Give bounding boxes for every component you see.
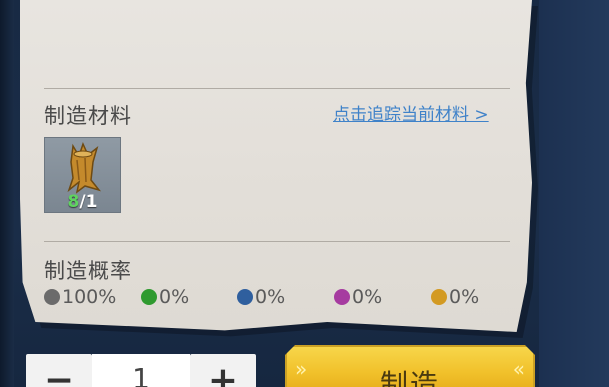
probability-title: 制造概率: [44, 259, 132, 283]
chevron-left-icon: «: [512, 357, 525, 381]
gray-dot-icon: [44, 289, 60, 305]
rate-green-value: 0%: [159, 286, 190, 308]
blue-dot-icon: [237, 289, 253, 305]
increase-quantity-button[interactable]: +: [190, 354, 256, 387]
quantity-field[interactable]: 1: [92, 354, 190, 387]
material-count: 8/1: [45, 192, 120, 212]
rate-blue: 0%: [237, 286, 285, 308]
wood-stump-icon: [67, 141, 102, 194]
rate-orange-value: 0%: [449, 286, 480, 308]
orange-dot-icon: [431, 289, 447, 305]
rate-green: 0%: [141, 286, 189, 308]
rate-gray: 100%: [44, 286, 116, 308]
craft-button-label: 制造: [379, 368, 440, 387]
craft-button[interactable]: » 制造 «: [285, 345, 535, 387]
material-need: /1: [79, 192, 98, 212]
material-slot-wood[interactable]: 8/1: [44, 137, 121, 213]
decrease-quantity-button[interactable]: −: [26, 354, 92, 387]
middle-divider: [44, 241, 510, 242]
right-edge: [539, 0, 609, 387]
left-edge: [0, 0, 14, 387]
material-have: 8: [67, 192, 80, 212]
rate-gray-value: 100%: [62, 286, 117, 308]
track-materials-link[interactable]: 点击追踪当前材料 >: [333, 100, 489, 125]
rate-orange: 0%: [431, 286, 479, 308]
rate-purple-value: 0%: [352, 286, 383, 308]
materials-title: 制造材料: [44, 104, 132, 128]
top-divider: [44, 88, 510, 89]
rate-blue-value: 0%: [255, 286, 286, 308]
rate-purple: 0%: [334, 286, 382, 308]
green-dot-icon: [141, 289, 157, 305]
probability-rates: 100% 0% 0% 0% 0%: [44, 286, 514, 312]
purple-dot-icon: [334, 289, 350, 305]
